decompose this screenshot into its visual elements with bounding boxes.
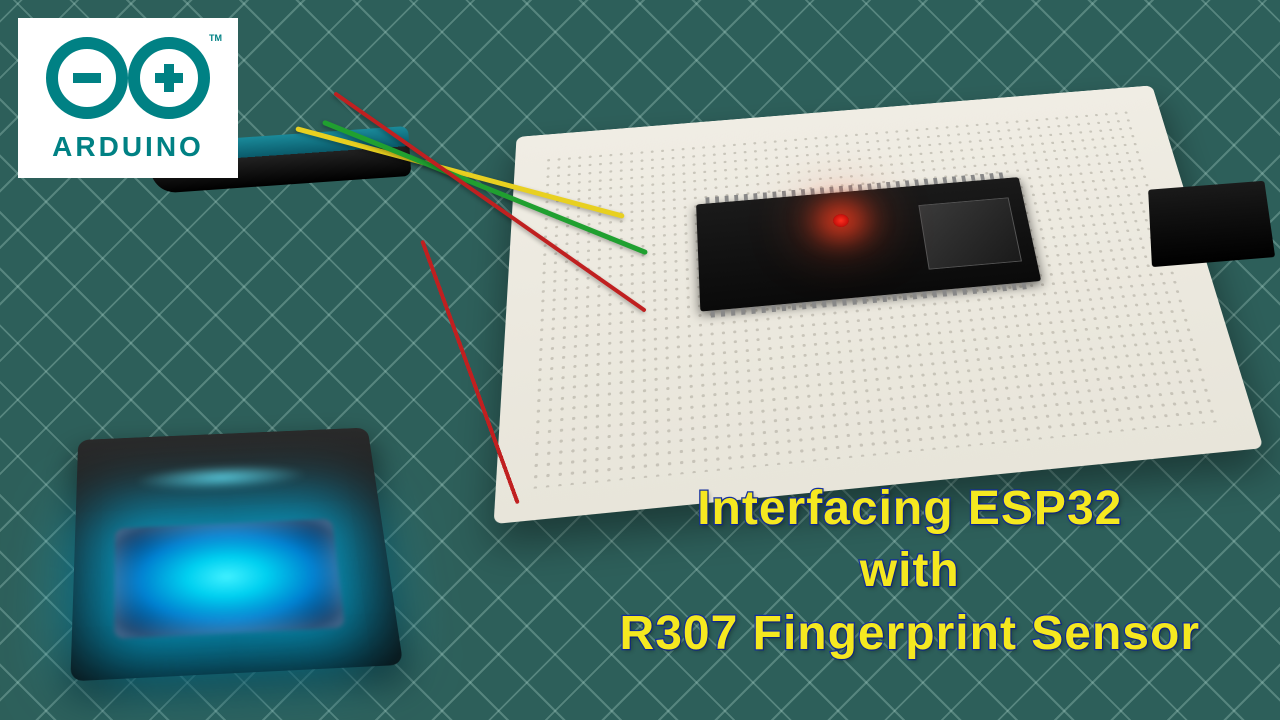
power-led-icon [833,214,850,228]
title-line-1: Interfacing ESP32 [620,478,1200,540]
trademark-label: TM [209,33,222,43]
title-overlay: Interfacing ESP32 with R307 Fingerprint … [620,478,1200,665]
title-line-2: with [620,540,1200,602]
arduino-logo: TM ARDUINO [18,18,238,178]
esp32-board [696,177,1041,311]
connector-block [1148,181,1275,267]
esp32-wifi-chip [918,197,1022,269]
arduino-infinity-icon: TM [38,33,218,123]
infinity-plus-icon [128,37,210,119]
breadboard [494,85,1264,524]
sensor-scanner-light [114,519,345,640]
infinity-minus-icon [46,37,128,119]
title-line-3: R307 Fingerprint Sensor [620,603,1200,665]
r307-fingerprint-sensor [70,428,403,682]
sensor-reflection [135,462,309,494]
arduino-brand-text: ARDUINO [52,131,204,163]
